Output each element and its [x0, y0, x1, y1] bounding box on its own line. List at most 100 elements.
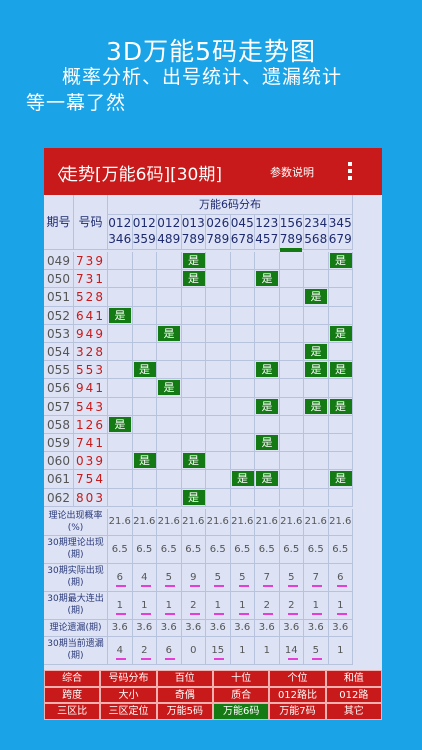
- grid-cell: [132, 379, 157, 398]
- draw-code: 941: [74, 379, 108, 398]
- stat-value: 6: [157, 636, 182, 665]
- hit-badge: 是: [182, 453, 205, 469]
- stat-value: 21.6: [255, 508, 280, 536]
- grid-cell: [108, 452, 133, 471]
- stat-value: 6.5: [304, 535, 329, 564]
- stat-value: 14: [279, 636, 304, 665]
- more-vertical-icon[interactable]: [348, 162, 352, 183]
- grid-cell: 是: [304, 397, 329, 416]
- stat-value: 21.6: [328, 508, 353, 536]
- phone-screen: 〈 走势[万能6码][30期] 参数说明 期号 号码 万能6码分布 012 346 012…: [44, 148, 382, 720]
- category-button[interactable]: 十位: [213, 670, 270, 687]
- stat-value: 6.5: [279, 535, 304, 564]
- grid-cell: [279, 252, 304, 271]
- grid-cell: [108, 270, 133, 289]
- category-button[interactable]: 其它: [325, 703, 382, 720]
- grid-cell: [279, 470, 304, 489]
- category-button[interactable]: 三区比: [44, 703, 101, 720]
- grid-cell: [279, 270, 304, 289]
- grid-cell: [255, 306, 280, 325]
- column-digits-b: 678: [230, 232, 254, 246]
- stat-value: 1: [132, 591, 157, 620]
- stat-value: 6.5: [108, 535, 133, 564]
- column-digits-b: 568: [304, 232, 328, 246]
- category-button[interactable]: 万能7码: [269, 703, 326, 720]
- stat-value: 4: [108, 636, 133, 665]
- grid-cell: 是: [304, 361, 329, 380]
- grid-cell: [279, 397, 304, 416]
- stat-value: 6.5: [255, 535, 280, 564]
- hit-badge: 是: [305, 344, 327, 359]
- draw-code: 039: [74, 452, 108, 471]
- column-digits-a: 123: [255, 216, 279, 230]
- grid-cell: [157, 470, 182, 489]
- grid-cell: [230, 488, 255, 507]
- category-button[interactable]: 跨度: [44, 686, 101, 703]
- grid-cell: [132, 252, 157, 271]
- params-button[interactable]: 参数说明: [270, 164, 314, 180]
- grid-cell: [181, 306, 206, 325]
- category-button[interactable]: 个位: [269, 670, 326, 687]
- stat-bar-marker: [238, 584, 249, 587]
- draw-code: 754: [74, 470, 108, 489]
- category-button[interactable]: 号码分布: [100, 670, 157, 687]
- stat-value: 3.6: [230, 619, 255, 637]
- grid-cell: [230, 288, 255, 307]
- hit-badge: 是: [182, 253, 205, 268]
- stat-value: 6: [328, 563, 353, 592]
- grid-cell: [279, 434, 304, 453]
- draw-code: 543: [74, 397, 108, 416]
- stat-value: 4: [132, 563, 157, 592]
- stat-value: 5: [206, 563, 231, 592]
- grid-cell: [206, 452, 231, 471]
- category-button[interactable]: 万能5码: [156, 703, 213, 720]
- header-column: 345 679: [328, 215, 353, 250]
- stat-value: 6.5: [328, 535, 353, 564]
- category-button[interactable]: 综合: [44, 670, 101, 687]
- issue-number: 053: [44, 324, 74, 343]
- category-button[interactable]: 万能6码: [213, 703, 270, 720]
- column-digits-a: 045: [230, 216, 254, 230]
- category-button[interactable]: 012路: [325, 686, 382, 703]
- grid-cell: [181, 288, 206, 307]
- grid-cell: [230, 452, 255, 471]
- issue-number: 061: [44, 470, 74, 489]
- grid-cell: 是: [328, 252, 353, 271]
- category-button[interactable]: 百位: [156, 670, 213, 687]
- issue-number: 058: [44, 415, 74, 434]
- category-button[interactable]: 奇偶: [156, 686, 213, 703]
- hit-badge: 是: [182, 271, 205, 287]
- issue-number: 051: [44, 288, 74, 307]
- stat-value: 6.5: [132, 535, 157, 564]
- issue-number: 049: [44, 252, 74, 271]
- column-digits-a: 013: [181, 216, 205, 230]
- hit-badge: 是: [133, 362, 156, 378]
- category-button[interactable]: 大小: [100, 686, 157, 703]
- hit-badge: 是: [231, 471, 254, 487]
- grid-cell: [108, 324, 133, 343]
- grid-cell: [230, 434, 255, 453]
- stat-bar-marker: [116, 657, 126, 660]
- hit-badge: 是: [329, 362, 352, 378]
- stat-value: 21.6: [230, 508, 255, 536]
- grid-cell: [108, 397, 133, 416]
- category-button[interactable]: 和值: [325, 670, 382, 687]
- grid-cell: [108, 361, 133, 380]
- category-button[interactable]: 质合: [213, 686, 270, 703]
- grid-cell: [279, 306, 304, 325]
- stat-bar-marker: [189, 612, 200, 615]
- grid-cell: [181, 379, 206, 398]
- category-button[interactable]: 012路比: [269, 686, 326, 703]
- grid-cell: [108, 252, 133, 271]
- stat-value: 3.6: [206, 619, 231, 637]
- draw-code: 553: [74, 361, 108, 380]
- grid-cell: [230, 361, 255, 380]
- hit-badge: 是: [182, 489, 205, 505]
- grid-cell: 是: [255, 397, 280, 416]
- grid-cell: 是: [132, 452, 157, 471]
- category-button[interactable]: 三区定位: [100, 703, 157, 720]
- grid-cell: [230, 306, 255, 325]
- header-code: 号码: [74, 195, 108, 250]
- stat-bar-marker: [189, 584, 200, 587]
- stat-value: 15: [206, 636, 231, 665]
